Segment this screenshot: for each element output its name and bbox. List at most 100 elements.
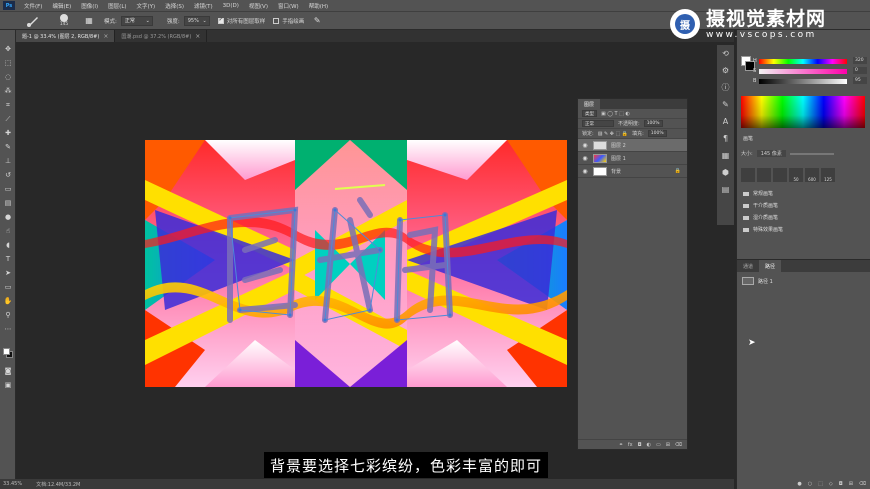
eye-icon[interactable]: ◉ (581, 155, 589, 162)
link-icon[interactable]: ⚭ (619, 442, 623, 448)
brush-tool-icon[interactable]: ✎ (2, 142, 14, 152)
history-brush-tool-icon[interactable]: ↺ (2, 170, 14, 180)
mode-select[interactable]: 正常 ⌄ (120, 15, 153, 26)
lasso-tool-icon[interactable]: ◌ (2, 72, 14, 82)
brush-tip[interactable]: 50 (789, 168, 803, 182)
tab-brushes[interactable]: 画笔 (743, 135, 753, 142)
zoom-tool-icon[interactable]: ⚲ (2, 310, 14, 320)
zoom-level[interactable]: 33.45% (3, 481, 22, 487)
crop-tool-icon[interactable]: ⌗ (2, 100, 14, 110)
eye-icon[interactable]: ◉ (581, 142, 589, 149)
brightness-value[interactable]: 95 (853, 77, 867, 84)
marquee-tool-icon[interactable]: ⬚ (2, 58, 14, 68)
color-spectrum[interactable] (741, 96, 865, 128)
saturation-value[interactable]: 0 (853, 67, 867, 74)
group-icon[interactable]: ▭ (656, 442, 661, 448)
trash-icon[interactable]: ⌫ (859, 481, 866, 487)
tab-channels[interactable]: 通道 (737, 260, 759, 272)
hue-slider[interactable] (759, 59, 847, 64)
info-icon[interactable]: ⓘ (717, 79, 734, 96)
adjustment-icon[interactable]: ◐ (647, 442, 651, 448)
strength-field[interactable]: 95% ⌄ (183, 15, 210, 26)
brush-folder[interactable]: 特殊效果画笔 (743, 226, 783, 233)
fill-field[interactable]: 100% (647, 130, 667, 137)
character-icon[interactable]: A (717, 113, 734, 130)
mask-icon[interactable]: ◘ (638, 442, 642, 448)
smudge-tool-preset[interactable] (20, 14, 46, 28)
brush-size-picker[interactable]: 145 (52, 13, 76, 28)
swatches-icon[interactable]: ▦ (717, 147, 734, 164)
dodge-tool-icon[interactable]: ◖ (2, 240, 14, 250)
close-icon[interactable]: × (103, 33, 108, 40)
eye-icon[interactable]: ◉ (581, 168, 589, 175)
layer-row[interactable]: ◉ 背景 🔒 (578, 165, 687, 178)
properties-icon[interactable]: ⚙ (717, 62, 734, 79)
smudge-tool-icon[interactable]: ☝ (2, 226, 14, 236)
mask-icon[interactable]: ◘ (839, 481, 843, 487)
trash-icon[interactable]: ⌫ (675, 442, 682, 448)
filter-icons[interactable]: ▣ ◯ T ⬚ ◐ (601, 111, 630, 117)
size-slider[interactable] (789, 152, 834, 155)
finger-paint-checkbox[interactable]: 手指绘画 (273, 17, 304, 25)
brightness-slider[interactable] (759, 79, 847, 84)
fx-icon[interactable]: fx (628, 442, 633, 448)
brush-tip[interactable]: 600 (805, 168, 819, 182)
hue-value[interactable]: 320 (853, 57, 867, 64)
artwork-canvas[interactable] (145, 140, 567, 387)
menu-window[interactable]: 窗口(W) (273, 2, 304, 10)
close-icon[interactable]: × (195, 33, 200, 40)
layer-filter-select[interactable]: 类型 (582, 110, 597, 117)
load-selection-icon[interactable]: ⬚ (818, 481, 823, 487)
brush-settings-icon[interactable]: ✎ (717, 96, 734, 113)
tab-paths[interactable]: 路径 (759, 260, 782, 272)
menu-3d[interactable]: 3D(D) (218, 3, 244, 9)
libraries-icon[interactable]: ▤ (717, 181, 734, 198)
gradient-tool-icon[interactable]: ▤ (2, 198, 14, 208)
new-path-icon[interactable]: ⊞ (849, 481, 853, 487)
brush-folder[interactable]: 常规画笔 (743, 190, 773, 197)
quick-mask-icon[interactable]: ◙ (2, 366, 14, 376)
size-value[interactable]: 145 像素 (756, 150, 786, 157)
more-tools-icon[interactable]: ⋯ (2, 324, 14, 334)
fill-path-icon[interactable]: ● (797, 481, 801, 487)
menu-view[interactable]: 视图(V) (244, 2, 273, 10)
history-icon[interactable]: ⟲ (717, 45, 734, 62)
menu-type[interactable]: 文字(Y) (132, 2, 161, 10)
brush-tip[interactable]: 125 (821, 168, 835, 182)
brush-tip[interactable] (741, 168, 755, 182)
layer-row[interactable]: ◉ 图层 2 (578, 139, 687, 152)
menu-layer[interactable]: 图层(L) (103, 2, 131, 10)
sample-all-checkbox[interactable]: ✓ 对所有图层取样 (217, 17, 265, 25)
opacity-field[interactable]: 100% (643, 120, 663, 127)
screen-mode-icon[interactable]: ▣ (2, 380, 14, 390)
brush-folder[interactable]: 干介质画笔 (743, 202, 778, 209)
tab-document-2[interactable]: 国潮.psd @ 37.2% (RGB/8#) × (115, 30, 208, 42)
lock-icons[interactable]: ▨ ✎ ✥ ⬚ 🔒 (598, 131, 628, 137)
brush-settings-icon[interactable]: ▦ (82, 14, 96, 28)
stroke-path-icon[interactable]: ○ (808, 481, 812, 487)
menu-edit[interactable]: 编辑(E) (47, 2, 76, 10)
move-tool-icon[interactable]: ✥ (2, 44, 14, 54)
menu-file[interactable]: 文件(F) (19, 2, 47, 10)
shape-tool-icon[interactable]: ▭ (2, 282, 14, 292)
blur-tool-icon[interactable]: ● (2, 212, 14, 222)
brush-tip[interactable] (773, 168, 787, 182)
layer-row[interactable]: ◉ 图层 1 (578, 152, 687, 165)
blend-mode-select[interactable]: 正常 (582, 120, 614, 127)
paragraph-icon[interactable]: ¶ (717, 130, 734, 147)
menu-filter[interactable]: 滤镜(T) (189, 2, 218, 10)
brush-tip[interactable] (757, 168, 771, 182)
pressure-icon[interactable]: ✎ (310, 14, 324, 28)
brush-folder[interactable]: 湿介质画笔 (743, 214, 778, 221)
menu-image[interactable]: 图像(I) (76, 2, 103, 10)
tab-layers[interactable]: 图层 (578, 99, 601, 109)
hand-tool-icon[interactable]: ✋ (2, 296, 14, 306)
make-path-icon[interactable]: ◇ (829, 481, 833, 487)
menu-help[interactable]: 帮助(H) (304, 2, 333, 10)
tab-document-1[interactable]: 题-1 @ 33.4% (图层 2, RGB/8#) × (16, 30, 116, 42)
menu-select[interactable]: 选择(S) (160, 2, 189, 10)
new-layer-icon[interactable]: ⊞ (666, 442, 670, 448)
saturation-slider[interactable] (759, 69, 847, 74)
text-tool-icon[interactable]: T (2, 254, 14, 264)
eraser-tool-icon[interactable]: ▭ (2, 184, 14, 194)
